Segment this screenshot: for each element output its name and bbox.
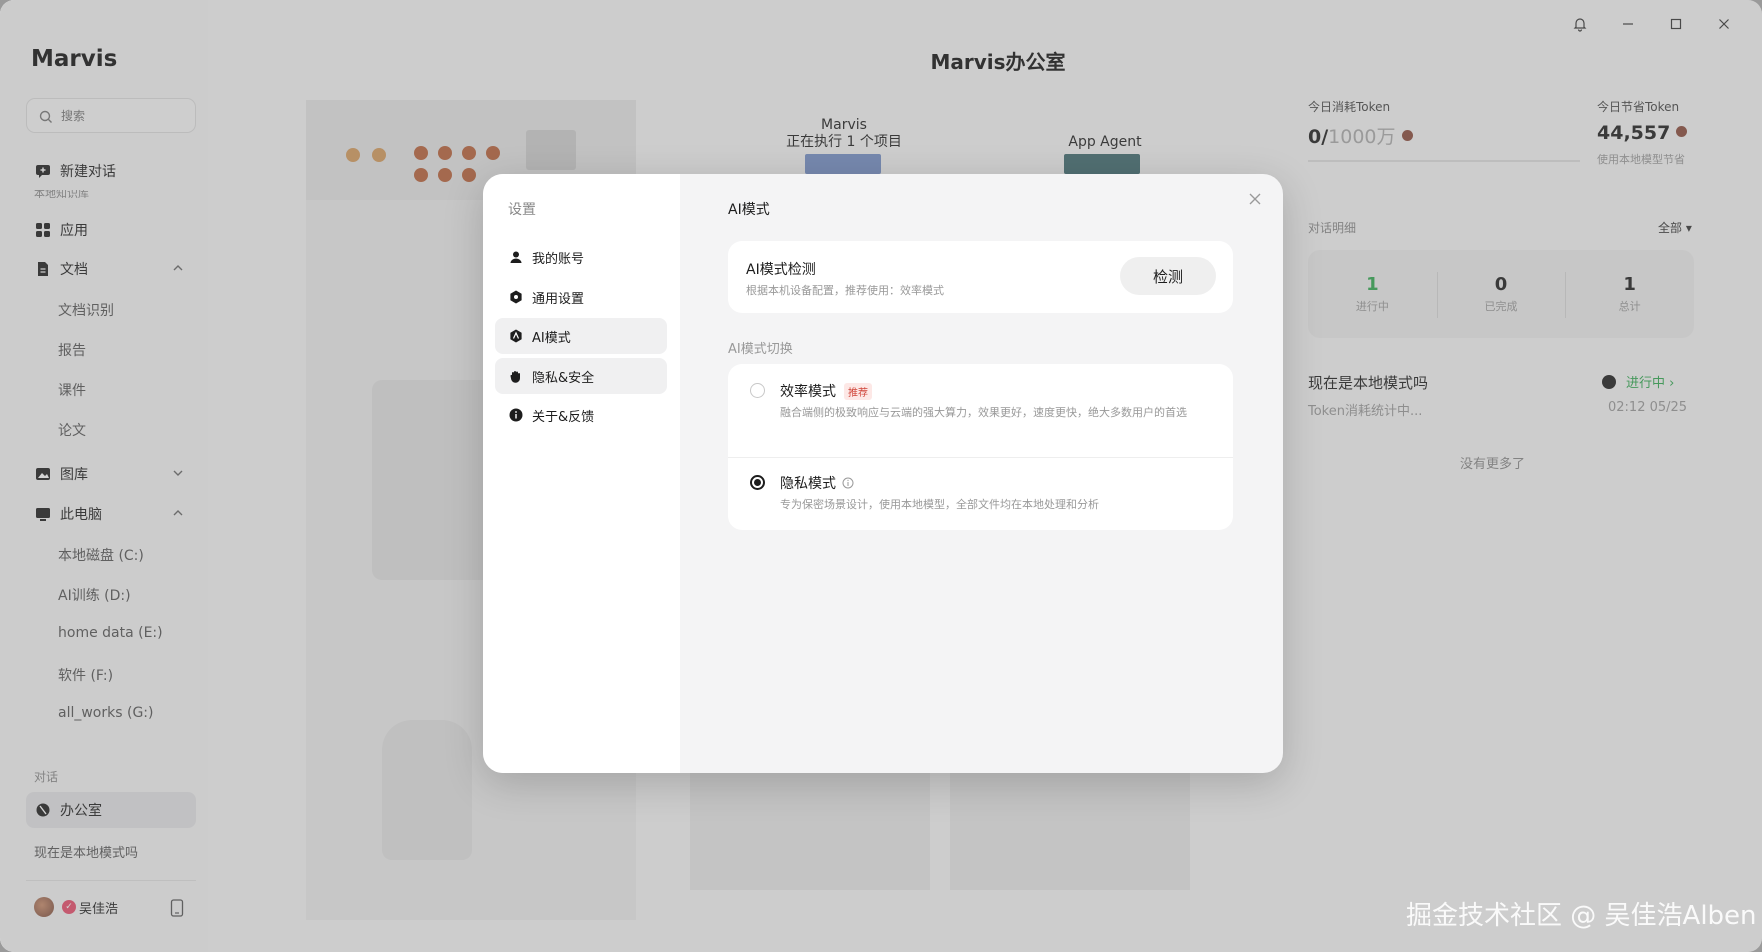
mode-description: 融合端侧的极致响应与云端的强大算力，效果更好，速度更快，绝大多数用户的首选 (780, 406, 1187, 419)
mode-name: 效率模式 推荐 (780, 381, 872, 401)
mode-description: 专为保密场景设计，使用本地模型，全部文件均在本地处理和分析 (780, 498, 1099, 511)
radio-efficiency[interactable] (750, 383, 765, 398)
settings-nav-general[interactable]: 通用设置 (495, 279, 667, 315)
settings-nav-label: 关于&反馈 (532, 409, 595, 425)
mode-name-text: 隐私模式 (780, 476, 836, 492)
user-icon (508, 249, 524, 265)
gear-icon (508, 289, 524, 305)
mode-option-privacy[interactable]: 隐私模式 专为保密场景设计，使用本地模型，全部文件均在本地处理和分析 (728, 457, 1233, 530)
settings-nav-account[interactable]: 我的账号 (495, 239, 667, 275)
app-window: Marvis 新建对话 本地知识库 应用 文档 (0, 0, 1762, 952)
settings-nav-ai-mode[interactable]: AI模式 (495, 318, 667, 354)
detect-button[interactable]: 检测 (1120, 257, 1216, 295)
info-icon (508, 407, 524, 423)
settings-nav-label: 我的账号 (532, 251, 585, 267)
settings-nav-label: 隐私&安全 (532, 370, 595, 386)
settings-heading: 设置 (508, 202, 536, 218)
check-subtitle: 根据本机设备配置，推荐使用：效率模式 (746, 284, 944, 297)
check-title: AI模式检测 (746, 262, 816, 278)
mode-name: 隐私模式 (780, 473, 854, 493)
settings-nav-label: 通用设置 (532, 291, 585, 307)
settings-nav-label: AI模式 (532, 330, 571, 346)
close-icon[interactable] (1248, 191, 1268, 211)
ai-mode-check-card: AI模式检测 根据本机设备配置，推荐使用：效率模式 检测 (728, 241, 1233, 313)
recommended-badge: 推荐 (844, 382, 872, 400)
settings-panel-title: AI模式 (728, 202, 770, 218)
settings-nav-privacy[interactable]: 隐私&安全 (495, 358, 667, 394)
mode-option-efficiency[interactable]: 效率模式 推荐 融合端侧的极致响应与云端的强大算力，效果更好，速度更快，绝大多数… (728, 364, 1233, 457)
mode-options-card: 效率模式 推荐 融合端侧的极致响应与云端的强大算力，效果更好，速度更快，绝大多数… (728, 364, 1233, 530)
radio-privacy[interactable] (750, 475, 765, 490)
settings-modal: 设置 我的账号 通用设置 AI模式 隐私&安全 关于&反馈 AI模式 AI模式检… (483, 174, 1283, 773)
hand-icon (508, 368, 524, 384)
mode-switch-label: AI模式切换 (728, 342, 793, 357)
settings-nav: 设置 我的账号 通用设置 AI模式 隐私&安全 关于&反馈 (483, 174, 680, 773)
info-circle-icon[interactable] (842, 477, 854, 489)
settings-nav-about[interactable]: 关于&反馈 (495, 397, 667, 433)
ai-mode-icon (508, 328, 524, 344)
watermark: 掘金技术社区 @ 吴佳浩Alben (1406, 901, 1757, 931)
mode-name-text: 效率模式 (780, 384, 836, 400)
